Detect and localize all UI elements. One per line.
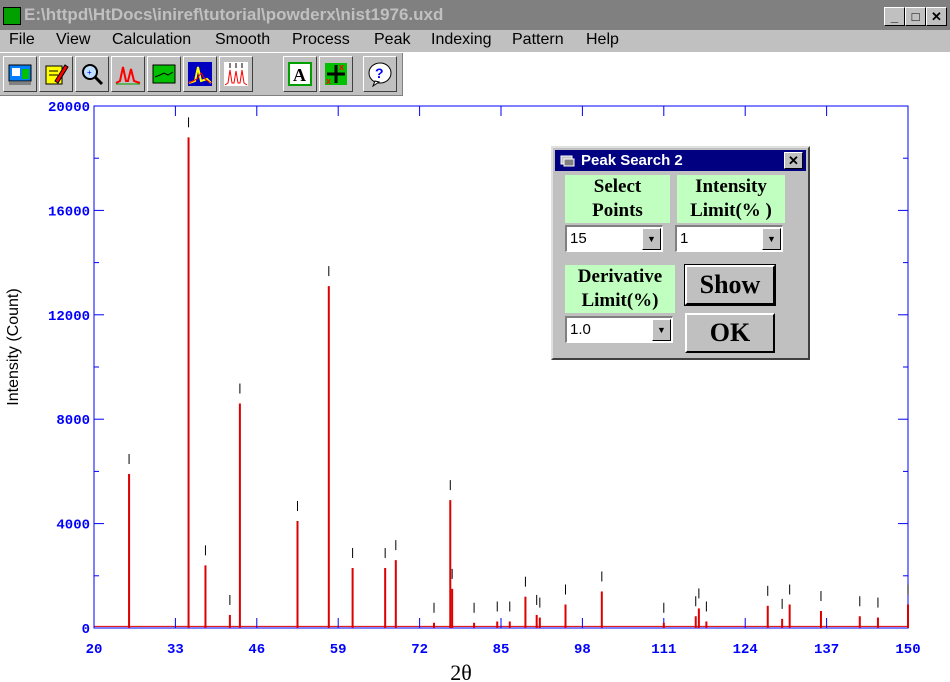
marker-icon: xx	[325, 62, 347, 86]
menu-smooth[interactable]: Smooth	[215, 31, 270, 49]
dialog-menu-icon[interactable]	[560, 154, 576, 167]
minimize-button[interactable]: _	[884, 7, 905, 26]
svg-text:+: +	[87, 68, 92, 77]
menu-calculation[interactable]: Calculation	[112, 31, 191, 49]
derivative-limit-label: Derivative Limit(%)	[565, 265, 675, 313]
menu-help[interactable]: Help	[586, 31, 619, 49]
derivative-limit-select[interactable]: 1.0 ▼	[565, 316, 673, 343]
smooth-peaks-button[interactable]	[111, 56, 145, 92]
title-bar: E:\httpd\HtDocs\iniref\tutorial\powderx\…	[0, 0, 950, 30]
zoom-icon: +	[82, 64, 104, 86]
select-points-select[interactable]: 15 ▼	[565, 225, 663, 252]
text-label-icon: A	[288, 62, 312, 86]
x-tick-label: 124	[733, 642, 758, 658]
help-button[interactable]: ?	[363, 56, 397, 92]
y-tick-label: 12000	[48, 309, 90, 325]
x-tick-label: 85	[493, 642, 510, 658]
menu-peak[interactable]: Peak	[374, 31, 410, 49]
x-tick-label: 150	[895, 642, 920, 658]
y-tick-label: 16000	[48, 204, 90, 220]
x-axis-label: 2θ	[450, 660, 472, 682]
edit-button[interactable]	[39, 56, 73, 92]
intensity-limit-value: 1	[680, 230, 689, 247]
show-button[interactable]: Show	[684, 264, 776, 306]
smooth-peaks-icon	[115, 66, 141, 85]
background-button[interactable]	[147, 56, 181, 92]
close-button[interactable]: ✕	[926, 7, 947, 26]
zoom-button[interactable]: +	[75, 56, 109, 92]
x-tick-label: 46	[248, 642, 265, 658]
dialog-title: Peak Search 2	[581, 152, 683, 169]
x-tick-label: 137	[814, 642, 839, 658]
y-tick-label: 8000	[56, 413, 90, 429]
maximize-button[interactable]: □	[905, 7, 926, 26]
svg-text:x: x	[339, 62, 344, 72]
intensity-limit-label: Intensity Limit(% )	[677, 175, 785, 223]
background-icon	[152, 64, 176, 84]
menu-process[interactable]: Process	[292, 31, 350, 49]
menu-pattern[interactable]: Pattern	[512, 31, 564, 49]
app-icon[interactable]	[3, 7, 21, 25]
menu-view[interactable]: View	[56, 31, 90, 49]
intensity-limit-select[interactable]: 1 ▼	[675, 225, 783, 252]
peak-search-dialog: Peak Search 2 ✕ Select Points Intensity …	[551, 146, 810, 360]
peak-search-icon	[224, 62, 248, 86]
marker-button[interactable]: xx	[319, 56, 353, 92]
peak-fit-button[interactable]	[183, 56, 217, 92]
ok-button[interactable]: OK	[685, 313, 775, 353]
x-tick-label: 33	[167, 642, 184, 658]
svg-text:?: ?	[375, 65, 384, 81]
dialog-close-button[interactable]: ✕	[784, 152, 803, 169]
derivative-limit-value: 1.0	[570, 321, 591, 338]
chevron-down-icon[interactable]: ▼	[642, 228, 661, 250]
x-tick-label: 59	[330, 642, 347, 658]
x-tick-label: 98	[574, 642, 591, 658]
help-icon: ?	[368, 62, 392, 87]
open-data-button[interactable]	[3, 56, 37, 92]
window-title: E:\httpd\HtDocs\iniref\tutorial\powderx\…	[24, 5, 444, 24]
x-tick-label: 20	[86, 642, 103, 658]
chevron-down-icon[interactable]: ▼	[652, 319, 671, 341]
y-tick-label: 20000	[48, 100, 90, 116]
menu-file[interactable]: File	[9, 31, 35, 49]
text-label-button[interactable]: A	[283, 56, 317, 92]
menu-bar: File View Calculation Smooth Process Pea…	[0, 30, 950, 52]
menu-indexing[interactable]: Indexing	[431, 31, 492, 49]
edit-icon	[45, 64, 69, 85]
select-points-label: Select Points	[565, 175, 670, 223]
dialog-title-bar[interactable]: Peak Search 2 ✕	[555, 150, 806, 171]
svg-text:A: A	[293, 65, 306, 85]
x-tick-label: 72	[411, 642, 428, 658]
x-tick-label: 111	[651, 642, 676, 658]
chevron-down-icon[interactable]: ▼	[762, 228, 781, 250]
svg-text:x: x	[326, 76, 331, 86]
toolbar: + A xx ?	[0, 53, 403, 96]
y-tick-label: 0	[82, 622, 90, 638]
close-icon: ✕	[788, 153, 799, 168]
y-tick-label: 4000	[56, 518, 90, 534]
open-data-icon	[8, 64, 32, 85]
peak-search-button[interactable]	[219, 56, 253, 92]
select-points-value: 15	[570, 230, 587, 247]
y-axis-label: Intensity (Count)	[5, 288, 22, 405]
peak-fit-icon	[188, 62, 212, 86]
